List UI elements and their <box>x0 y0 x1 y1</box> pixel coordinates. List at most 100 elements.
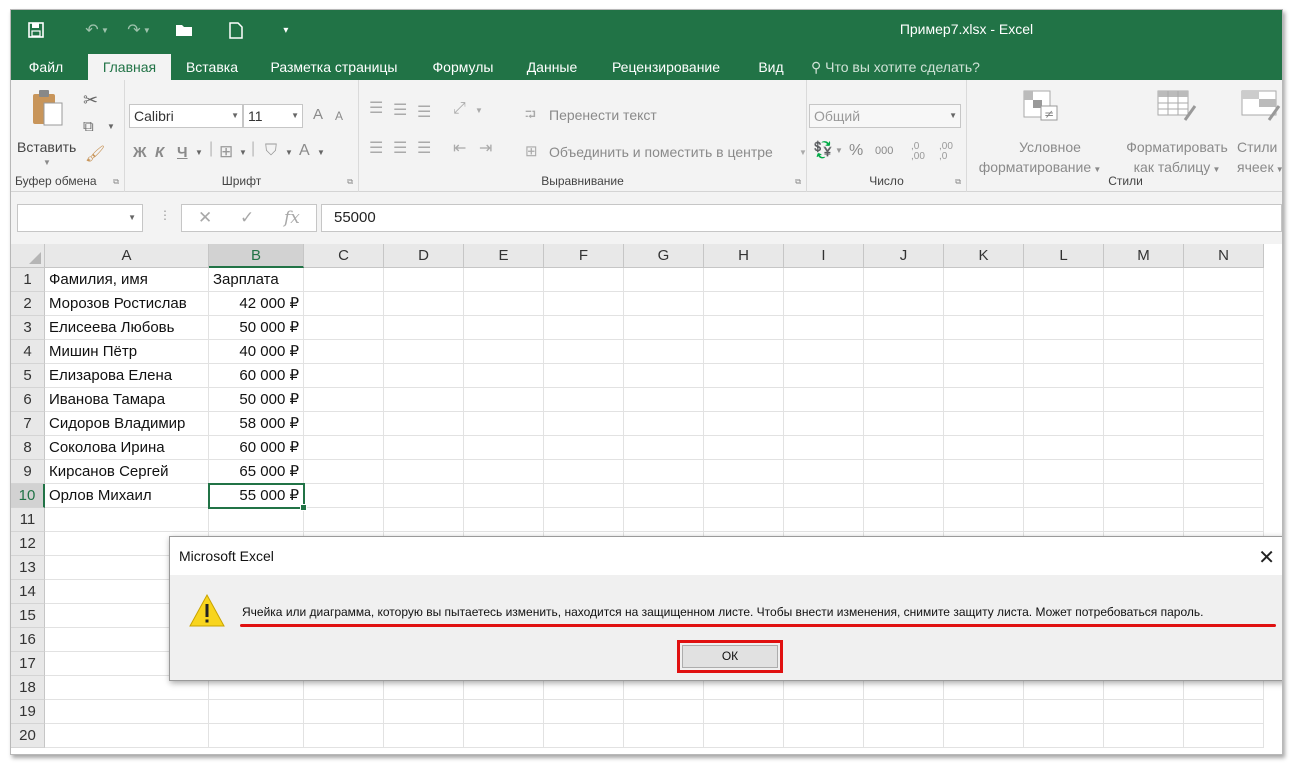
cell-c3[interactable] <box>304 316 384 340</box>
align-middle-icon[interactable]: ☰ <box>393 100 407 120</box>
cut-icon[interactable]: ✂ <box>83 90 98 111</box>
column-header-g[interactable]: G <box>624 244 704 268</box>
shrink-font-button[interactable]: A <box>335 109 343 123</box>
cell-g11[interactable] <box>624 508 704 532</box>
row-header-17[interactable]: 17 <box>11 652 45 676</box>
wrap-text-button[interactable]: Перенести текст <box>549 107 657 123</box>
tab-view[interactable]: Вид <box>751 54 791 80</box>
cell-m1[interactable] <box>1104 268 1184 292</box>
cell-i10[interactable] <box>784 484 864 508</box>
row-header-12[interactable]: 12 <box>11 532 45 556</box>
cell-m9[interactable] <box>1104 460 1184 484</box>
cell-l3[interactable] <box>1024 316 1104 340</box>
cell-d2[interactable] <box>384 292 464 316</box>
cell-i1[interactable] <box>784 268 864 292</box>
cell-b8[interactable]: 60 000 ₽ <box>209 436 304 460</box>
cell-i8[interactable] <box>784 436 864 460</box>
cell-a2[interactable]: Морозов Ростислав <box>45 292 209 316</box>
column-header-e[interactable]: E <box>464 244 544 268</box>
cell-j20[interactable] <box>864 724 944 748</box>
cell-g1[interactable] <box>624 268 704 292</box>
cell-a5[interactable]: Елизарова Елена <box>45 364 209 388</box>
cell-f10[interactable] <box>544 484 624 508</box>
cell-m3[interactable] <box>1104 316 1184 340</box>
cell-a8[interactable]: Соколова Ирина <box>45 436 209 460</box>
cell-i19[interactable] <box>784 700 864 724</box>
currency-icon[interactable]: 💱 <box>813 140 833 160</box>
row-header-15[interactable]: 15 <box>11 604 45 628</box>
cell-g5[interactable] <box>624 364 704 388</box>
align-bottom-icon[interactable]: ☰ <box>417 102 431 122</box>
percent-button[interactable]: % <box>849 142 863 160</box>
cell-n1[interactable] <box>1184 268 1264 292</box>
cell-c4[interactable] <box>304 340 384 364</box>
number-format-combo[interactable]: Общий ▼ <box>809 104 961 128</box>
cell-f5[interactable] <box>544 364 624 388</box>
cell-b19[interactable] <box>209 700 304 724</box>
cell-h19[interactable] <box>704 700 784 724</box>
cell-n8[interactable] <box>1184 436 1264 460</box>
tab-file[interactable]: Файл <box>17 54 75 80</box>
cell-n7[interactable] <box>1184 412 1264 436</box>
cell-n10[interactable] <box>1184 484 1264 508</box>
cell-j19[interactable] <box>864 700 944 724</box>
cell-c1[interactable] <box>304 268 384 292</box>
cell-b3[interactable]: 50 000 ₽ <box>209 316 304 340</box>
cell-c6[interactable] <box>304 388 384 412</box>
cell-f11[interactable] <box>544 508 624 532</box>
column-header-h[interactable]: H <box>704 244 784 268</box>
ok-button[interactable]: ОК <box>682 645 778 668</box>
cell-k1[interactable] <box>944 268 1024 292</box>
cell-g2[interactable] <box>624 292 704 316</box>
cell-e7[interactable] <box>464 412 544 436</box>
underline-dropdown-icon[interactable]: ▼ <box>195 148 203 157</box>
cell-k11[interactable] <box>944 508 1024 532</box>
cell-i5[interactable] <box>784 364 864 388</box>
cell-d11[interactable] <box>384 508 464 532</box>
cell-n2[interactable] <box>1184 292 1264 316</box>
cell-c20[interactable] <box>304 724 384 748</box>
cell-i20[interactable] <box>784 724 864 748</box>
cell-a20[interactable] <box>45 724 209 748</box>
grow-font-button[interactable]: A <box>313 106 323 123</box>
cell-m20[interactable] <box>1104 724 1184 748</box>
cell-m2[interactable] <box>1104 292 1184 316</box>
cell-l20[interactable] <box>1024 724 1104 748</box>
cell-b4[interactable]: 40 000 ₽ <box>209 340 304 364</box>
cell-m8[interactable] <box>1104 436 1184 460</box>
cell-d9[interactable] <box>384 460 464 484</box>
cell-g19[interactable] <box>624 700 704 724</box>
cell-k20[interactable] <box>944 724 1024 748</box>
cell-k4[interactable] <box>944 340 1024 364</box>
cancel-icon[interactable]: ✕ <box>198 208 212 228</box>
column-header-d[interactable]: D <box>384 244 464 268</box>
name-box[interactable]: ▼ <box>17 204 143 232</box>
cell-n11[interactable] <box>1184 508 1264 532</box>
cell-d19[interactable] <box>384 700 464 724</box>
cell-a6[interactable]: Иванова Тамара <box>45 388 209 412</box>
row-header-16[interactable]: 16 <box>11 628 45 652</box>
tell-me-box[interactable]: ⚲ Что вы хотите сделать? <box>811 54 980 80</box>
tab-data[interactable]: Данные <box>519 54 585 80</box>
insert-function-icon[interactable]: fx <box>284 208 300 228</box>
cell-f8[interactable] <box>544 436 624 460</box>
cell-m6[interactable] <box>1104 388 1184 412</box>
column-header-i[interactable]: I <box>784 244 864 268</box>
cell-j10[interactable] <box>864 484 944 508</box>
cell-styles-label-1[interactable]: Стили <box>1237 139 1277 155</box>
cell-b7[interactable]: 58 000 ₽ <box>209 412 304 436</box>
cell-h11[interactable] <box>704 508 784 532</box>
cell-h2[interactable] <box>704 292 784 316</box>
cell-l10[interactable] <box>1024 484 1104 508</box>
close-icon[interactable]: ✕ <box>1258 545 1275 570</box>
row-header-5[interactable]: 5 <box>11 364 45 388</box>
tab-formulas[interactable]: Формулы <box>423 54 503 80</box>
cell-d1[interactable] <box>384 268 464 292</box>
cell-j9[interactable] <box>864 460 944 484</box>
enter-icon[interactable]: ✓ <box>240 208 254 228</box>
format-painter-icon[interactable]: 🖌 <box>85 144 105 164</box>
column-header-a[interactable]: A <box>45 244 209 268</box>
cell-k7[interactable] <box>944 412 1024 436</box>
cell-j3[interactable] <box>864 316 944 340</box>
cell-l1[interactable] <box>1024 268 1104 292</box>
